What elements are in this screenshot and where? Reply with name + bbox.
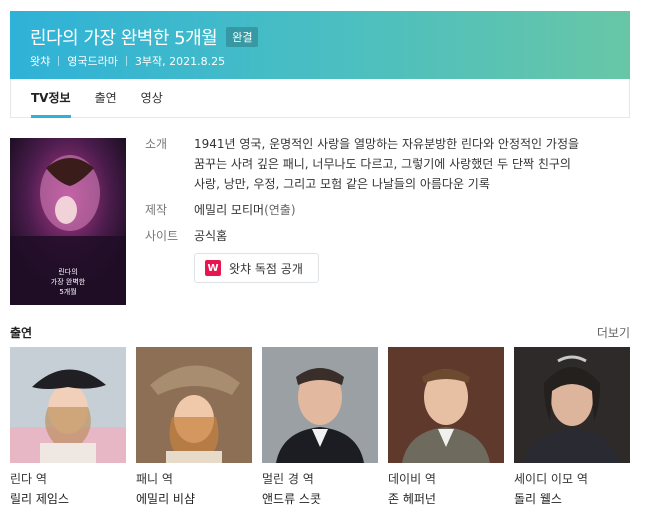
cast-photo-art [388,347,504,463]
cast-name[interactable]: 릴리 제임스 [10,491,126,507]
program-title[interactable]: 린다의 가장 완벽한 5개월 [30,24,218,50]
program-meta: 왓챠 영국드라마 3부작, 2021.8.25 [30,53,225,69]
cast-name[interactable]: 돌리 웰스 [514,491,630,507]
cast-section-title: 출연 [10,326,33,340]
cast-photo-art [262,347,378,463]
cast-list: 린다 역 릴리 제임스 패니 역 에밀리 비샴 멀린 경 역 앤드류 스콧 데이… [10,347,630,517]
cast-role: 세이디 이모 역 [514,472,588,486]
cast-role: 패니 역 [136,472,173,486]
poster-title-line-2: 가장 완벽한 [51,277,86,286]
cast-photo[interactable] [10,347,126,463]
tab-tv-info[interactable]: TV정보 [31,79,71,118]
cast-role: 린다 역 [10,472,47,486]
cast-role: 멀린 경 역 [262,472,314,486]
watcha-exclusive-button[interactable]: W 왓챠 독점 공개 [194,253,319,283]
meta-episodes-date: 3부작, 2021.8.25 [134,55,226,68]
cast-card[interactable]: 린다 역 릴리 제임스 [10,347,126,507]
watcha-logo-icon: W [205,260,221,276]
cast-photo-art [136,347,252,463]
cast-section-header: 출연 더보기 [10,324,630,340]
cast-name[interactable]: 앤드류 스콧 [262,491,378,507]
production-value: 에밀리 모티머(연출) [194,200,296,220]
site-label: 사이트 [145,229,179,243]
cast-photo-art [514,347,630,463]
cast-more-link[interactable]: 더보기 [597,324,630,341]
synopsis-text: 1941년 영국, 운명적인 사랑을 열망하는 자유분방한 린다와 안정적인 가… [194,134,579,194]
official-site-link[interactable]: 공식홈 [194,226,227,246]
cast-card[interactable]: 패니 역 에밀리 비샴 [136,347,252,507]
synopsis-label: 소개 [145,137,168,151]
cast-role: 데이비 역 [388,472,436,486]
director-role: (연출) [264,203,296,217]
watcha-button-label: 왓챠 독점 공개 [229,261,303,276]
cast-card[interactable]: 세이디 이모 역 돌리 웰스 [514,347,630,507]
director-link[interactable]: 에밀리 모티머 [194,203,264,217]
meta-divider [125,56,127,66]
production-row: 제작 에밀리 모티머(연출) [145,200,635,220]
meta-channel: 왓챠 [30,55,51,68]
cast-photo[interactable] [136,347,252,463]
cast-card[interactable]: 멀린 경 역 앤드류 스콧 [262,347,378,507]
poster-title-line-3: 5개월 [59,287,76,296]
tab-cast[interactable]: 출연 [95,79,117,117]
tab-video[interactable]: 영상 [141,79,163,117]
meta-genre: 영국드라마 [67,55,118,68]
tab-bar: TV정보 출연 영상 [10,79,630,118]
title-row: 린다의 가장 완벽한 5개월 완결 [30,24,259,50]
status-badge: 완결 [226,27,259,47]
meta-divider [58,56,60,66]
poster-art: 린다의 가장 완벽한 5개월 [10,138,126,305]
cast-card[interactable]: 데이비 역 존 헤퍼넌 [388,347,504,507]
synopsis-line: 꿈꾸는 사려 깊은 패니, 너무나도 다르고, 그렇기에 사랑했던 두 단짝 친… [194,157,571,171]
site-row: 사이트 공식홈 [145,226,635,246]
poster-image[interactable]: 린다의 가장 완벽한 5개월 [10,138,126,305]
synopsis-row: 소개 1941년 영국, 운명적인 사랑을 열망하는 자유분방한 린다와 안정적… [145,134,635,194]
production-label: 제작 [145,203,168,217]
synopsis-line: 사랑, 낭만, 우정, 그리고 모험 같은 나날들의 아름다운 기록 [194,177,490,191]
program-header: 린다의 가장 완벽한 5개월 완결 왓챠 영국드라마 3부작, 2021.8.2… [10,11,630,79]
cast-photo[interactable] [514,347,630,463]
synopsis-line: 1941년 영국, 운명적인 사랑을 열망하는 자유분방한 린다와 안정적인 가… [194,137,580,151]
cast-name[interactable]: 에밀리 비샴 [136,491,252,507]
cast-photo-art [10,347,126,463]
poster-title-line-1: 린다의 [58,267,77,276]
cast-name[interactable]: 존 헤퍼넌 [388,491,504,507]
program-info: 소개 1941년 영국, 운명적인 사랑을 열망하는 자유분방한 린다와 안정적… [145,134,635,252]
cast-photo[interactable] [262,347,378,463]
cast-photo[interactable] [388,347,504,463]
